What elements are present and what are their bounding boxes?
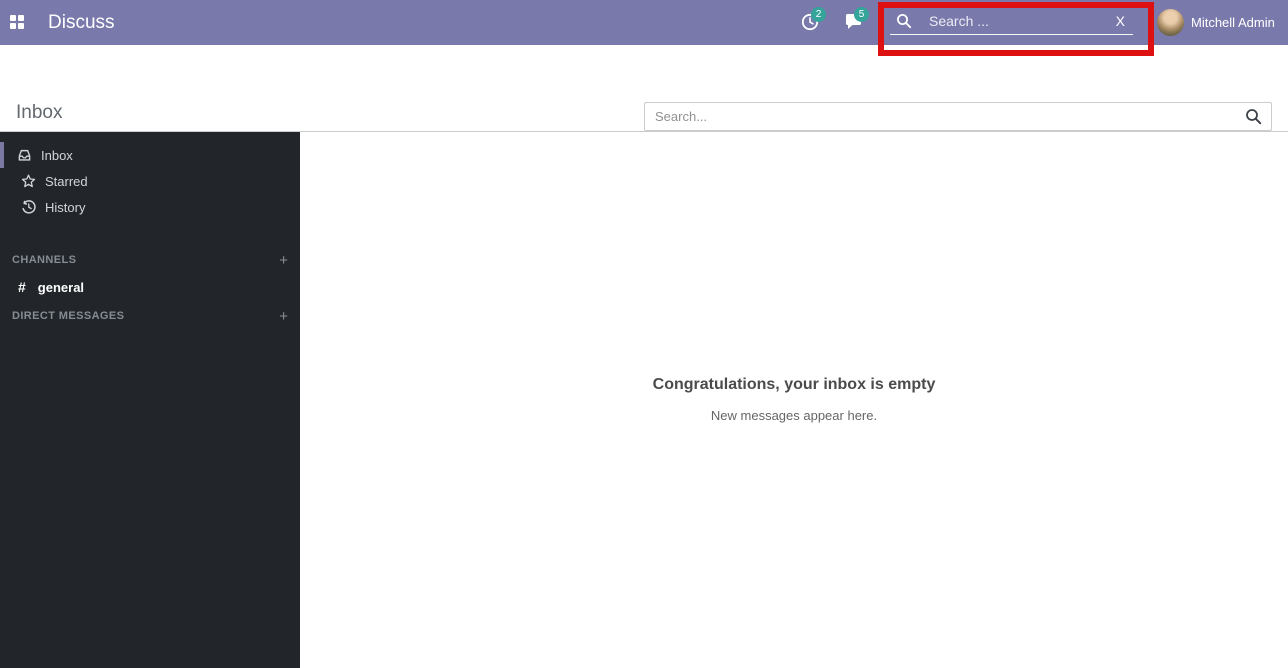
channels-header-label[interactable]: CHANNELS	[12, 254, 76, 266]
apps-menu-square	[10, 15, 16, 21]
channel-name: general	[38, 280, 84, 295]
apps-menu-icon[interactable]	[10, 15, 25, 30]
inbox-icon	[17, 148, 32, 162]
sidebar-item-history[interactable]: History	[0, 194, 300, 220]
search-input[interactable]	[645, 109, 1241, 124]
top-navbar: Discuss 2 5 X Mitchell Admin	[0, 0, 1288, 45]
empty-state-title: Congratulations, your inbox is empty	[300, 376, 1288, 394]
sidebar-item-starred[interactable]: Starred	[0, 168, 300, 194]
control-panel: Inbox Mark all read Filters Favorites	[0, 45, 1288, 132]
sidebar-item-label: History	[45, 200, 85, 215]
search-submit-button[interactable]	[1241, 108, 1271, 125]
empty-state-subtitle: New messages appear here.	[300, 408, 1288, 423]
search-box	[644, 102, 1272, 131]
sidebar-item-inbox[interactable]: Inbox	[0, 142, 300, 168]
sidebar-channel-general[interactable]: # general	[0, 274, 300, 300]
apps-menu-square	[18, 15, 24, 21]
search-icon	[896, 13, 912, 29]
history-icon	[21, 200, 36, 214]
sidebar-item-label: Inbox	[41, 148, 73, 163]
avatar	[1157, 9, 1184, 36]
navbar-search-close-icon[interactable]: X	[1116, 13, 1125, 29]
add-channel-button[interactable]: +	[279, 253, 288, 268]
navbar-search: X	[890, 7, 1133, 35]
activities-count-badge[interactable]: 2	[811, 7, 826, 22]
inbox-content-area: Congratulations, your inbox is empty New…	[300, 132, 1288, 668]
direct-messages-section-header: DIRECT MESSAGES +	[0, 307, 300, 325]
hash-icon: #	[18, 279, 26, 295]
apps-menu-square	[18, 23, 24, 29]
messages-count-badge[interactable]: 5	[854, 7, 869, 22]
channels-section-header: CHANNELS +	[0, 251, 300, 269]
app-name[interactable]: Discuss	[48, 0, 115, 45]
user-menu[interactable]: Mitchell Admin	[1157, 0, 1275, 45]
sidebar-item-label: Starred	[45, 174, 88, 189]
add-direct-message-button[interactable]: +	[279, 309, 288, 324]
star-icon	[21, 174, 36, 188]
discuss-sidebar: Inbox Starred History CHANNELS + # gener…	[0, 132, 300, 668]
navbar-search-input[interactable]	[929, 13, 1116, 29]
search-icon	[1245, 108, 1262, 125]
apps-menu-square	[10, 23, 16, 29]
direct-messages-header-label[interactable]: DIRECT MESSAGES	[12, 310, 124, 322]
user-name: Mitchell Admin	[1191, 15, 1275, 30]
breadcrumb: Inbox	[16, 102, 62, 124]
